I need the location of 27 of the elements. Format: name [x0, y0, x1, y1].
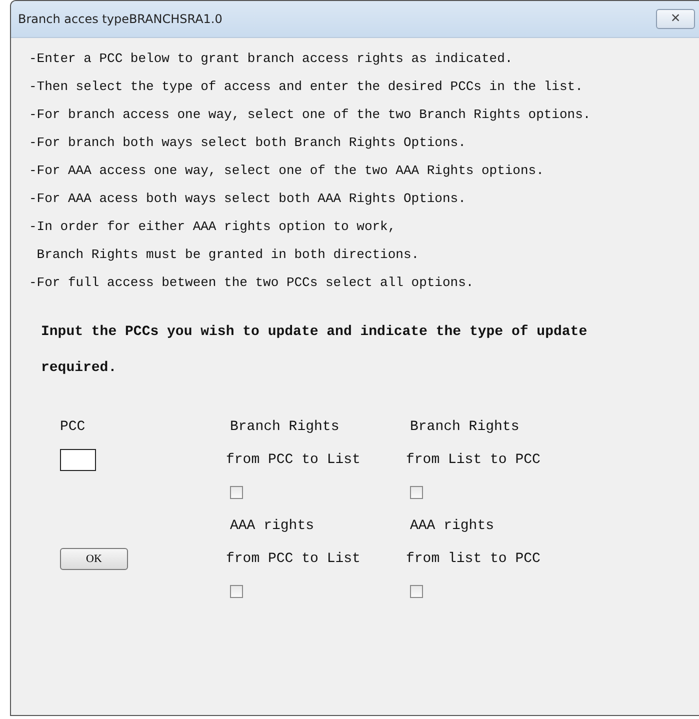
- instruction-text: -For AAA access one way, select one of the two AAA Rights options.: [29, 162, 545, 180]
- instruction-text: -For AAA acess both ways select both AAA Rights Options.: [29, 190, 467, 208]
- option-title: Branch Rights: [410, 418, 520, 434]
- option-direction: from List to PCC: [406, 452, 542, 468]
- window-title: Branch acces typeBRANCHSRA1.0: [18, 12, 222, 26]
- instruction-text: -For full access between the two PCCs select all options.: [29, 274, 475, 292]
- checkbox[interactable]: [230, 585, 243, 598]
- instruction-text: -In order for either AAA rights option to work,: [29, 218, 397, 236]
- ok-button[interactable]: OK: [60, 548, 128, 570]
- option-title: Branch Rights: [230, 418, 340, 434]
- option-direction: from list to PCC: [406, 550, 542, 566]
- checkbox[interactable]: [410, 585, 423, 598]
- instruction-text: -Then select the type of access and enter the desired PCCs in the list.: [29, 78, 584, 96]
- option-direction: from PCC to List: [226, 452, 362, 468]
- instruction-text: -For branch access one way, select one of the two Branch Rights options.: [29, 106, 592, 124]
- option-title: AAA rights: [410, 518, 496, 534]
- checkbox[interactable]: [230, 486, 243, 499]
- instruction-text: Branch Rights must be granted in both directions.: [36, 246, 420, 264]
- option-title: AAA rights: [230, 518, 316, 534]
- checkbox[interactable]: [410, 486, 423, 499]
- pcc-input-field[interactable]: [60, 448, 96, 470]
- close-button[interactable]: ×: [656, 9, 695, 29]
- instruction-text: -For branch both ways select both Branch Rights Options.: [29, 134, 467, 152]
- prompt-text: Input the PCCs you wish to update and indicate the type of update required.: [41, 323, 588, 378]
- pcc-label: PCC: [60, 418, 86, 434]
- instruction-text: -Enter a PCC below to grant branch access rights as indicated.: [29, 50, 514, 68]
- option-direction: from PCC to List: [226, 550, 362, 566]
